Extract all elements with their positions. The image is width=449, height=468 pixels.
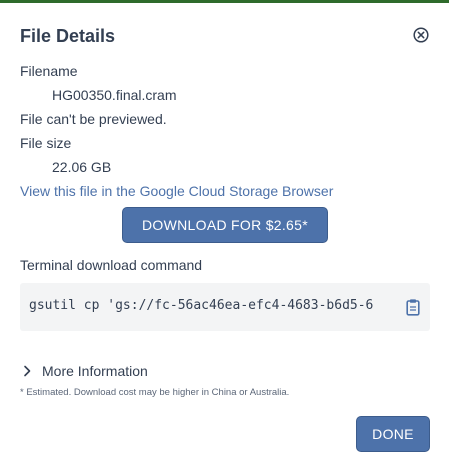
close-circle-icon <box>413 27 429 43</box>
preview-unavailable-note: File can't be previewed. <box>20 111 167 127</box>
chevron-right-icon <box>24 365 31 377</box>
terminal-command-label: Terminal download command <box>20 257 203 273</box>
file-size-value: 22.06 GB <box>52 159 112 175</box>
filename-label: Filename <box>20 63 78 79</box>
file-details-dialog: File Details Filename HG00350.final.cram… <box>0 3 449 468</box>
cost-footnote: * Estimated. Download cost may be higher… <box>20 387 290 398</box>
dialog-title: File Details <box>20 26 116 46</box>
close-button[interactable] <box>412 26 430 44</box>
gcs-browser-link[interactable]: View this file in the Google Cloud Stora… <box>20 183 333 199</box>
more-information-label: More Information <box>42 363 148 379</box>
terminal-command-text[interactable]: gsutil cp 'gs://fc-56ac46ea-efc4-4683-b6… <box>29 298 399 313</box>
download-button[interactable]: DOWNLOAD FOR $2.65* <box>122 207 328 243</box>
copy-command-button[interactable] <box>405 298 421 316</box>
filename-value: HG00350.final.cram <box>52 87 177 103</box>
done-button[interactable]: DONE <box>356 416 430 452</box>
more-information-toggle[interactable]: More Information <box>20 361 148 381</box>
clipboard-icon <box>406 299 420 316</box>
terminal-command-box: gsutil cp 'gs://fc-56ac46ea-efc4-4683-b6… <box>20 283 430 331</box>
file-size-label: File size <box>20 135 72 151</box>
